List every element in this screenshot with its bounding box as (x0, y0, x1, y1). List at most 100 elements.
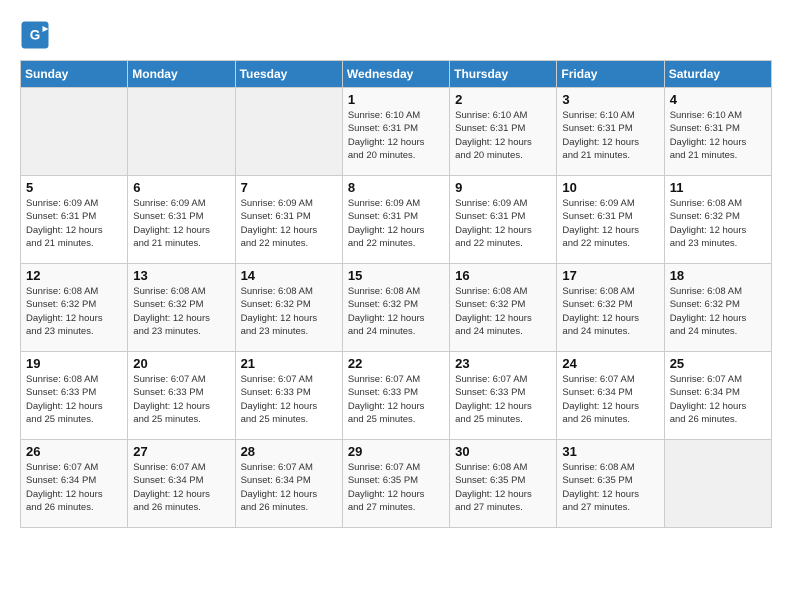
day-detail: Sunrise: 6:08 AM Sunset: 6:32 PM Dayligh… (670, 197, 766, 250)
day-number: 1 (348, 92, 444, 107)
day-detail: Sunrise: 6:07 AM Sunset: 6:33 PM Dayligh… (241, 373, 337, 426)
logo: G (20, 20, 56, 50)
weekday-header: Saturday (664, 61, 771, 88)
calendar-cell: 13Sunrise: 6:08 AM Sunset: 6:32 PM Dayli… (128, 264, 235, 352)
day-number: 21 (241, 356, 337, 371)
weekday-header: Monday (128, 61, 235, 88)
calendar-cell: 8Sunrise: 6:09 AM Sunset: 6:31 PM Daylig… (342, 176, 449, 264)
day-detail: Sunrise: 6:08 AM Sunset: 6:35 PM Dayligh… (455, 461, 551, 514)
day-number: 28 (241, 444, 337, 459)
day-detail: Sunrise: 6:07 AM Sunset: 6:34 PM Dayligh… (670, 373, 766, 426)
calendar-week-row: 26 Sunrise: 6:07 AM Sunset: 6:34 PM Dayli… (21, 440, 772, 528)
day-detail: Sunrise: 6:09 AM Sunset: 6:31 PM Dayligh… (26, 197, 122, 250)
calendar-cell: 20 Sunrise: 6:07 AM Sunset: 6:33 PM Dayli… (128, 352, 235, 440)
day-number: 27 (133, 444, 229, 459)
day-number: 13 (133, 268, 229, 283)
day-detail: Sunrise: 6:09 AM Sunset: 6:31 PM Dayligh… (562, 197, 658, 250)
day-detail: Sunrise: 6:10 AM Sunset: 6:31 PM Dayligh… (562, 109, 658, 162)
calendar-cell: 4Sunrise: 6:10 AM Sunset: 6:31 PM Daylig… (664, 88, 771, 176)
day-number: 30 (455, 444, 551, 459)
calendar-table: SundayMondayTuesdayWednesdayThursdayFrid… (20, 60, 772, 528)
calendar-cell: 24Sunrise: 6:07 AM Sunset: 6:34 PM Dayli… (557, 352, 664, 440)
day-number: 8 (348, 180, 444, 195)
day-number: 24 (562, 356, 658, 371)
day-detail: Sunrise: 6:08 AM Sunset: 6:32 PM Dayligh… (670, 285, 766, 338)
calendar-cell: 17 Sunrise: 6:08 AM Sunset: 6:32 PM Dayli… (557, 264, 664, 352)
calendar-cell: 22 Sunrise: 6:07 AM Sunset: 6:33 PM Dayli… (342, 352, 449, 440)
calendar-cell: 10 Sunrise: 6:09 AM Sunset: 6:31 PM Dayli… (557, 176, 664, 264)
weekday-header: Sunday (21, 61, 128, 88)
calendar-cell: 1 Sunrise: 6:10 AM Sunset: 6:31 PM Daylig… (342, 88, 449, 176)
day-number: 31 (562, 444, 658, 459)
day-detail: Sunrise: 6:07 AM Sunset: 6:34 PM Dayligh… (133, 461, 229, 514)
day-detail: Sunrise: 6:07 AM Sunset: 6:33 PM Dayligh… (348, 373, 444, 426)
day-number: 17 (562, 268, 658, 283)
day-detail: Sunrise: 6:08 AM Sunset: 6:33 PM Dayligh… (26, 373, 122, 426)
day-detail: Sunrise: 6:08 AM Sunset: 6:35 PM Dayligh… (562, 461, 658, 514)
day-number: 12 (26, 268, 122, 283)
day-detail: Sunrise: 6:07 AM Sunset: 6:35 PM Dayligh… (348, 461, 444, 514)
svg-text:G: G (30, 28, 41, 43)
day-detail: Sunrise: 6:10 AM Sunset: 6:31 PM Dayligh… (348, 109, 444, 162)
day-number: 10 (562, 180, 658, 195)
logo-icon: G (20, 20, 50, 50)
calendar-cell: 23 Sunrise: 6:07 AM Sunset: 6:33 PM Dayli… (450, 352, 557, 440)
calendar-cell: 3 Sunrise: 6:10 AM Sunset: 6:31 PM Daylig… (557, 88, 664, 176)
calendar-week-row: 5 Sunrise: 6:09 AM Sunset: 6:31 PM Daylig… (21, 176, 772, 264)
weekday-header: Wednesday (342, 61, 449, 88)
calendar-cell: 26 Sunrise: 6:07 AM Sunset: 6:34 PM Dayli… (21, 440, 128, 528)
calendar-cell: 28 Sunrise: 6:07 AM Sunset: 6:34 PM Dayli… (235, 440, 342, 528)
day-number: 16 (455, 268, 551, 283)
calendar-cell: 27 Sunrise: 6:07 AM Sunset: 6:34 PM Dayli… (128, 440, 235, 528)
day-number: 26 (26, 444, 122, 459)
weekday-header: Tuesday (235, 61, 342, 88)
calendar-cell (128, 88, 235, 176)
calendar-cell: 7Sunrise: 6:09 AM Sunset: 6:31 PM Daylig… (235, 176, 342, 264)
calendar-cell: 11 Sunrise: 6:08 AM Sunset: 6:32 PM Dayli… (664, 176, 771, 264)
calendar-cell: 30 Sunrise: 6:08 AM Sunset: 6:35 PM Dayli… (450, 440, 557, 528)
day-detail: Sunrise: 6:07 AM Sunset: 6:33 PM Dayligh… (133, 373, 229, 426)
day-detail: Sunrise: 6:09 AM Sunset: 6:31 PM Dayligh… (455, 197, 551, 250)
day-detail: Sunrise: 6:09 AM Sunset: 6:31 PM Dayligh… (241, 197, 337, 250)
calendar-cell: 16 Sunrise: 6:08 AM Sunset: 6:32 PM Dayli… (450, 264, 557, 352)
calendar-cell: 15 Sunrise: 6:08 AM Sunset: 6:32 PM Dayli… (342, 264, 449, 352)
calendar-cell (235, 88, 342, 176)
day-detail: Sunrise: 6:08 AM Sunset: 6:32 PM Dayligh… (455, 285, 551, 338)
day-number: 3 (562, 92, 658, 107)
day-detail: Sunrise: 6:08 AM Sunset: 6:32 PM Dayligh… (26, 285, 122, 338)
day-number: 23 (455, 356, 551, 371)
day-number: 11 (670, 180, 766, 195)
day-number: 18 (670, 268, 766, 283)
day-detail: Sunrise: 6:07 AM Sunset: 6:33 PM Dayligh… (455, 373, 551, 426)
day-detail: Sunrise: 6:08 AM Sunset: 6:32 PM Dayligh… (241, 285, 337, 338)
page-header: G (20, 20, 772, 50)
calendar-cell (664, 440, 771, 528)
day-number: 25 (670, 356, 766, 371)
day-number: 2 (455, 92, 551, 107)
day-number: 29 (348, 444, 444, 459)
day-number: 5 (26, 180, 122, 195)
calendar-cell: 25 Sunrise: 6:07 AM Sunset: 6:34 PM Dayli… (664, 352, 771, 440)
calendar-cell: 18 Sunrise: 6:08 AM Sunset: 6:32 PM Dayli… (664, 264, 771, 352)
calendar-cell: 21 Sunrise: 6:07 AM Sunset: 6:33 PM Dayli… (235, 352, 342, 440)
day-number: 4 (670, 92, 766, 107)
day-detail: Sunrise: 6:08 AM Sunset: 6:32 PM Dayligh… (562, 285, 658, 338)
day-number: 22 (348, 356, 444, 371)
day-number: 19 (26, 356, 122, 371)
calendar-cell: 6 Sunrise: 6:09 AM Sunset: 6:31 PM Daylig… (128, 176, 235, 264)
calendar-cell: 2Sunrise: 6:10 AM Sunset: 6:31 PM Daylig… (450, 88, 557, 176)
day-detail: Sunrise: 6:08 AM Sunset: 6:32 PM Dayligh… (348, 285, 444, 338)
day-number: 6 (133, 180, 229, 195)
calendar-week-row: 19 Sunrise: 6:08 AM Sunset: 6:33 PM Dayli… (21, 352, 772, 440)
day-number: 20 (133, 356, 229, 371)
day-detail: Sunrise: 6:07 AM Sunset: 6:34 PM Dayligh… (241, 461, 337, 514)
calendar-cell: 29 Sunrise: 6:07 AM Sunset: 6:35 PM Dayli… (342, 440, 449, 528)
weekday-header: Thursday (450, 61, 557, 88)
day-number: 14 (241, 268, 337, 283)
day-detail: Sunrise: 6:09 AM Sunset: 6:31 PM Dayligh… (133, 197, 229, 250)
day-detail: Sunrise: 6:07 AM Sunset: 6:34 PM Dayligh… (26, 461, 122, 514)
day-number: 15 (348, 268, 444, 283)
calendar-cell (21, 88, 128, 176)
calendar-cell: 5 Sunrise: 6:09 AM Sunset: 6:31 PM Daylig… (21, 176, 128, 264)
calendar-cell: 31 Sunrise: 6:08 AM Sunset: 6:35 PM Dayli… (557, 440, 664, 528)
